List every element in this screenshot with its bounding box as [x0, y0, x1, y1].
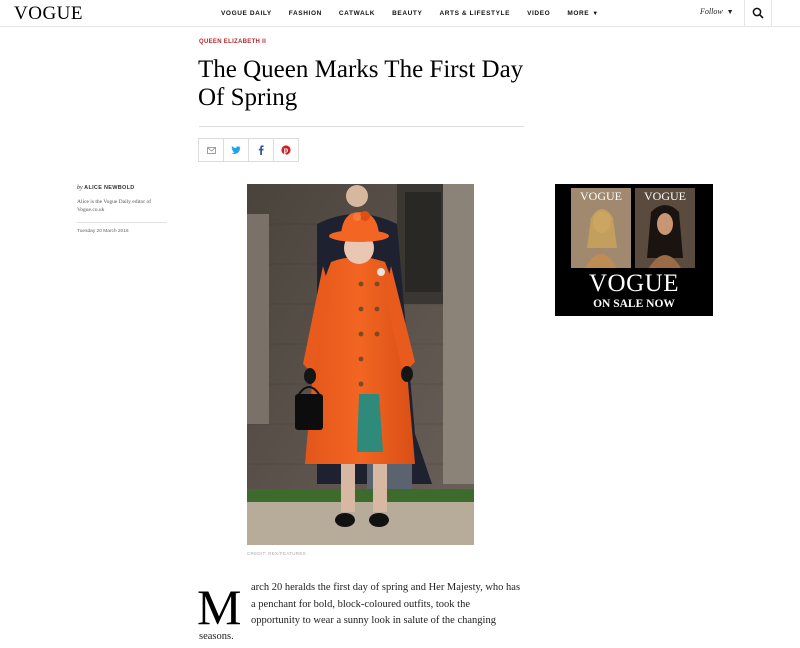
article-title: The Queen Marks The First Day Of Spring	[198, 56, 524, 111]
body-text-line: opportunity to wear a sunny look in salu…	[251, 615, 496, 626]
chevron-down-icon: ▼	[726, 8, 734, 16]
nav-item-more[interactable]: MORE ▼	[567, 10, 598, 17]
site-header: VOGUE VOGUE DAILY FASHION CATWALK BEAUTY…	[0, 0, 800, 27]
ad-brand-logo: VOGUE	[589, 270, 679, 297]
twitter-icon	[231, 146, 241, 154]
site-logo[interactable]: VOGUE	[14, 3, 83, 25]
article-hero-image	[247, 184, 474, 545]
magazine-cover-left: VOGUE	[571, 188, 631, 268]
pinterest-icon: p	[281, 145, 291, 155]
body-text-line: seasons.	[199, 631, 234, 642]
chevron-down-icon: ▼	[592, 10, 599, 17]
nav-more-label: MORE	[567, 9, 590, 17]
author-bio: Alice is the Vogue Daily editor of Vogue…	[77, 199, 152, 213]
svg-text:p: p	[284, 146, 289, 155]
byline: by ALICE NEWBOLD	[77, 185, 167, 191]
nav-item-video[interactable]: VIDEO	[527, 10, 550, 17]
search-button[interactable]	[744, 0, 772, 26]
mail-icon	[206, 146, 216, 154]
nav-item-fashion[interactable]: FASHION	[289, 10, 322, 17]
cover-model-image: VOGUE	[571, 188, 631, 268]
facebook-icon	[258, 145, 264, 155]
nav-item-beauty[interactable]: BEAUTY	[392, 10, 422, 17]
byline-block: by ALICE NEWBOLD Alice is the Vogue Dail…	[77, 185, 167, 234]
drop-cap: M	[197, 579, 242, 635]
share-twitter-button[interactable]	[224, 139, 249, 161]
nav-item-arts-lifestyle[interactable]: ARTS & LIFESTYLE	[439, 10, 510, 17]
cover-masthead: VOGUE	[580, 189, 622, 203]
body-text-line: arch 20 heralds the first day of spring …	[251, 582, 521, 593]
cover-masthead: VOGUE	[644, 189, 686, 203]
follow-dropdown[interactable]: Follow ▼	[700, 7, 734, 16]
share-email-button[interactable]	[199, 139, 224, 161]
follow-label: Follow	[700, 7, 723, 16]
byline-prefix: by	[77, 185, 83, 191]
nav-item-vogue-daily[interactable]: VOGUE DAILY	[221, 10, 272, 17]
queen-in-orange-coat-photo	[247, 184, 474, 545]
image-credit: CREDIT: REX/FEATURES	[247, 551, 306, 556]
magazine-ad-banner[interactable]: VOGUE VOGUE VOGUE ON SALE NOW	[555, 184, 713, 316]
byline-divider	[77, 222, 167, 223]
title-divider	[199, 126, 524, 127]
share-bar: p	[198, 138, 299, 162]
share-pinterest-button[interactable]: p	[274, 139, 298, 161]
search-icon	[752, 7, 764, 19]
ad-tagline: ON SALE NOW	[593, 298, 675, 310]
nav-item-catwalk[interactable]: CATWALK	[339, 10, 375, 17]
main-nav: VOGUE DAILY FASHION CATWALK BEAUTY ARTS …	[221, 0, 616, 26]
publish-date: Tuesday 20 March 2018	[77, 229, 129, 234]
cover-model-image: VOGUE	[635, 188, 695, 268]
body-text-line: a penchant for bold, block-coloured outf…	[251, 599, 470, 610]
author-link[interactable]: ALICE NEWBOLD	[84, 185, 134, 191]
share-facebook-button[interactable]	[249, 139, 274, 161]
magazine-cover-right: VOGUE	[635, 188, 695, 268]
article-category-link[interactable]: QUEEN ELIZABETH II	[199, 39, 266, 45]
